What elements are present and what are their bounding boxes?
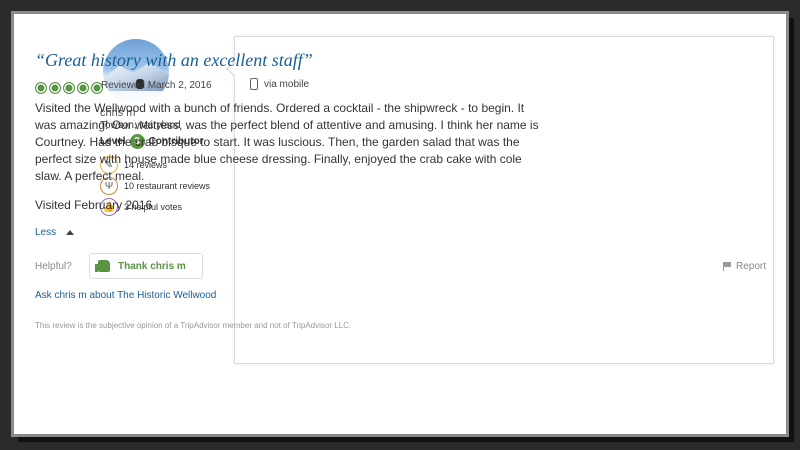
less-label[interactable]: Less [35, 227, 56, 238]
rating-bubble-icon [77, 82, 89, 94]
rating-bubble-icon [35, 82, 47, 94]
reviewed-date: Reviewed March 2, 2016 [101, 80, 212, 91]
rating-bubbles [35, 82, 103, 94]
review-body: Visited the Wellwood with a bunch of fri… [35, 101, 539, 183]
phone-icon [250, 78, 258, 90]
ask-reviewer-link[interactable]: Ask chris m about The Historic Wellwood [35, 290, 216, 301]
helpful-label: Helpful? [35, 261, 72, 272]
report-label: Report [735, 261, 766, 272]
screenshot-frame: chris m Towson, Maryland Level 3 Contrib… [14, 14, 786, 434]
reviewer-avatar[interactable] [103, 39, 169, 105]
thumbs-up-icon [95, 260, 110, 272]
via-mobile: via mobile [250, 78, 309, 90]
disclaimer: This review is the subjective opinion of… [35, 321, 352, 330]
visited-date: Visited February 2016 [35, 198, 153, 212]
thank-button[interactable]: Thank chris m [89, 253, 203, 279]
report-link[interactable]: Report [722, 261, 766, 272]
rating-bubble-icon [63, 82, 75, 94]
rating-bubble-icon [49, 82, 61, 94]
less-toggle[interactable]: Less [35, 227, 75, 238]
thank-label: Thank chris m [118, 260, 186, 272]
via-mobile-text: via mobile [264, 78, 310, 90]
review-card [226, 36, 774, 364]
caret-up-icon [66, 230, 75, 235]
flag-icon [722, 262, 732, 271]
review-title[interactable]: “Great history with an excellent staff” [35, 50, 313, 71]
